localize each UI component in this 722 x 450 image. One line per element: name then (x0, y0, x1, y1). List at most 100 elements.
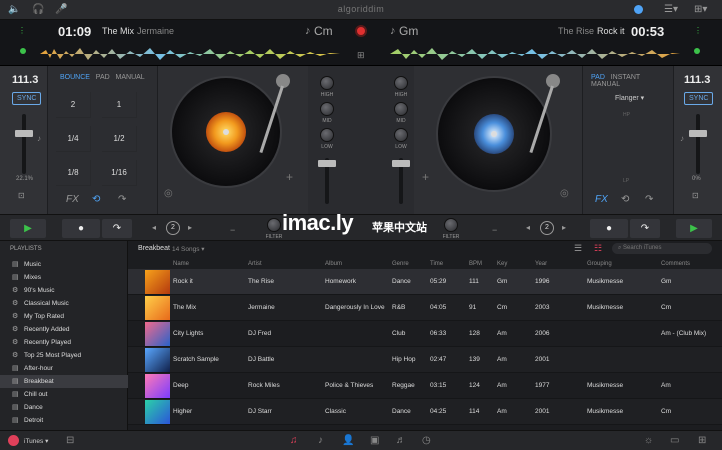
column-header[interactable]: Key (497, 261, 507, 267)
sidebar-item[interactable]: ⚙ My Top Rated (0, 310, 128, 323)
deck-left-loop-icon[interactable]: ⟲ (92, 194, 100, 205)
deck-left-plus-icon[interactable]: + (286, 170, 293, 184)
deck-left-loop-prev-icon[interactable]: ◂ (152, 223, 156, 232)
sidebar-item[interactable]: ⚙ Top 25 Most Played (0, 349, 128, 362)
history-icon[interactable]: ◷ (422, 435, 431, 446)
settings-icon[interactable]: ⊞▾ (694, 4, 707, 15)
high-knob-right[interactable] (394, 76, 408, 90)
filter-knob-right[interactable] (444, 218, 458, 232)
window-icon[interactable]: ▭ (670, 435, 679, 446)
deck-left-minus-icon[interactable]: − (230, 225, 235, 235)
deck-left-cue-button[interactable]: ● (62, 219, 100, 238)
column-header[interactable]: Name (173, 261, 189, 267)
brightness-icon[interactable]: ☼ (644, 435, 653, 446)
sidebar-item[interactable]: ⚙ Recently Played (0, 336, 128, 349)
deck-right-eject-icon[interactable]: ◎ (560, 188, 569, 199)
pad-button[interactable]: 2 (56, 92, 91, 118)
deck-right-pitch-fader[interactable] (689, 130, 707, 137)
table-row[interactable]: Deep Rock Miles Police & Thieves Reggae 03:1… (128, 373, 722, 399)
sidebar-item[interactable]: ▤ Chill out (0, 388, 128, 401)
low-knob-right[interactable] (394, 128, 408, 142)
column-header[interactable]: BPM (469, 261, 482, 267)
deck-left-pitch-track[interactable] (22, 114, 26, 174)
sidebar-item[interactable]: ⚙ Recently Added (0, 323, 128, 336)
sidebar-item[interactable]: ▤ Dance (0, 401, 128, 414)
table-row[interactable]: Rock it The Rise Homework Dance 05:29 111 Gm 19… (128, 269, 722, 295)
column-header[interactable]: Genre (392, 261, 409, 267)
deck-left-waveform[interactable] (40, 46, 340, 62)
pad-button[interactable]: 1/2 (102, 126, 137, 152)
artists-icon[interactable]: 👤 (342, 435, 354, 446)
deck-left-sync-button[interactable]: SYNC (12, 92, 42, 105)
search-field[interactable]: ⌕ Search iTunes (612, 243, 712, 254)
deck-right-loop-icon[interactable]: ⟲ (621, 194, 629, 205)
deck-right-plus-icon[interactable]: + (422, 170, 429, 184)
mid-knob-left[interactable] (320, 102, 334, 116)
table-row[interactable]: Scratch Sample DJ Battle Hip Hop 02:47 139 Am… (128, 347, 722, 373)
tab-pad[interactable]: PAD (591, 74, 605, 81)
grid-view-icon[interactable]: ⊞ (698, 435, 706, 446)
deck-right-scratch-icon[interactable]: ↷ (645, 194, 653, 205)
deck-right-play-button[interactable]: ▶ (676, 219, 712, 238)
column-header[interactable]: Comments (661, 261, 690, 267)
deck-right-sync-button[interactable]: SYNC (684, 92, 714, 105)
deck-right-waveform[interactable] (390, 46, 680, 62)
albums-icon[interactable]: ▣ (370, 435, 379, 446)
sidebar-item[interactable]: ▤ Mixes (0, 271, 128, 284)
pad-button[interactable]: 1/8 (56, 160, 91, 186)
tab-manual[interactable]: MANUAL (116, 74, 145, 81)
deck-left-screen-icon[interactable]: ⊡ (18, 191, 25, 200)
detail-view-icon[interactable]: ☷ (594, 243, 602, 254)
high-knob-left[interactable] (320, 76, 334, 90)
tab-pad[interactable]: PAD (96, 74, 110, 81)
deck-right-cue-button[interactable]: ● (590, 219, 628, 238)
playlists-icon[interactable]: ♬ (396, 435, 406, 446)
table-row[interactable]: The Mix Jermaine Dangerously In Love R&B 04:… (128, 295, 722, 321)
deck-left-eject-icon[interactable]: ◎ (164, 188, 173, 199)
deck-right-minus-icon[interactable]: − (492, 225, 497, 235)
layout-menu-icon[interactable]: ☰▾ (664, 4, 678, 15)
account-icon[interactable] (634, 5, 643, 14)
mid-knob-right[interactable] (394, 102, 408, 116)
tab-bounce[interactable]: BOUNCE (60, 74, 90, 81)
sidebar-item[interactable]: ▤ Breakbeat (0, 375, 128, 388)
volume-fader-right[interactable] (392, 160, 410, 167)
deck-right-loop-prev-icon[interactable]: ◂ (526, 223, 530, 232)
list-view-icon[interactable]: ☰ (574, 243, 582, 254)
waveform-overview[interactable]: ⋮ 01:09 The Mix Jermaine ♪ Cm ⊞ ♪ Gm The… (0, 20, 722, 66)
column-header[interactable]: Year (535, 261, 547, 267)
table-row[interactable]: Higher DJ Starr Classic Dance 04:25 114 Am 2001… (128, 399, 722, 425)
tab-manual[interactable]: MANUAL (591, 81, 620, 88)
column-header[interactable]: Album (325, 261, 342, 267)
deck-right-pitch-track[interactable] (696, 114, 700, 174)
column-header[interactable]: Artist (248, 261, 262, 267)
volume-fader-left[interactable] (318, 160, 336, 167)
deck-right-screen-icon[interactable]: ⊡ (692, 191, 699, 200)
queue-icon[interactable]: ⊟ (66, 435, 74, 446)
sidebar-item[interactable]: ▤ Detroit (0, 414, 128, 427)
music-library-icon[interactable]: ♫ (290, 435, 298, 446)
effect-select[interactable]: Flanger ▾ (615, 94, 644, 102)
deck-right-fx-button[interactable]: FX (595, 194, 608, 205)
source-selector[interactable]: iTunes ▾ (24, 437, 48, 445)
sidebar-item[interactable]: ▤ Music (0, 258, 128, 271)
filter-knob-left[interactable] (267, 218, 281, 232)
deck-left-loop-length[interactable]: 2 (166, 221, 180, 235)
deck-right-loop-next-icon[interactable]: ▸ (562, 223, 566, 232)
tab-instant[interactable]: INSTANT (611, 74, 640, 81)
deck-right-loop-length[interactable]: 2 (540, 221, 554, 235)
sidebar-item[interactable]: ⚙ 90's Music (0, 284, 128, 297)
column-header[interactable]: Time (430, 261, 443, 267)
column-header[interactable]: Grouping (587, 261, 612, 267)
sidebar-item[interactable]: ▤ After-hour (0, 362, 128, 375)
library-count[interactable]: 14 Songs ▾ (172, 245, 205, 253)
deck-left-pitch-fader[interactable] (15, 130, 33, 137)
deck-left-scratch-icon[interactable]: ↷ (118, 194, 126, 205)
deck-left-fx-button[interactable]: FX (66, 194, 79, 205)
pad-button[interactable]: 1/4 (56, 126, 91, 152)
deck-right-scratch-button[interactable]: ↷ (630, 219, 660, 238)
grid-icon[interactable]: ⊞ (357, 50, 365, 61)
deck-left-loop-next-icon[interactable]: ▸ (188, 223, 192, 232)
sidebar-item[interactable]: ⚙ Classical Music (0, 297, 128, 310)
low-knob-left[interactable] (320, 128, 334, 142)
